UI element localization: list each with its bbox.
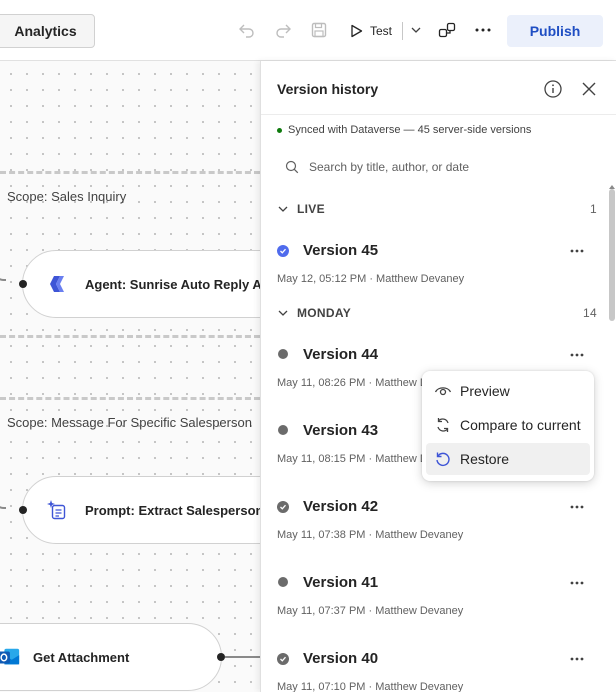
save-icon[interactable]	[309, 20, 329, 40]
saved-check-icon	[277, 653, 289, 665]
version-meta: May 11, 07:37 PM · Matthew Devaney	[277, 605, 464, 617]
saved-check-icon	[277, 501, 289, 513]
search-icon	[285, 160, 299, 174]
version-meta: May 12, 05:12 PM · Matthew Devaney	[277, 273, 465, 285]
chevron-down-icon[interactable]	[406, 20, 426, 40]
test-label: Test	[370, 24, 393, 38]
connector-line	[225, 656, 260, 658]
test-divider	[402, 22, 403, 40]
group-header-live[interactable]: LIVE 1	[277, 199, 597, 219]
play-icon	[351, 24, 363, 38]
version-title[interactable]: Version 43	[303, 422, 378, 439]
prompt-icon	[45, 498, 69, 522]
draft-status-icon	[278, 349, 288, 359]
more-icon[interactable]	[567, 651, 587, 667]
sync-status: Synced with Dataverse — 45 server-side v…	[277, 124, 531, 136]
search-placeholder: Search by title, author, or date	[309, 160, 470, 174]
menu-item-label: Compare to current	[460, 417, 581, 433]
divider	[261, 114, 616, 115]
menu-item-compare[interactable]: Compare to current	[426, 409, 590, 441]
scope-border	[0, 335, 260, 338]
scope-label-message-salesperson: Scope: Message For Specific Salesperson	[7, 415, 252, 430]
more-icon[interactable]	[567, 243, 587, 259]
node-port[interactable]	[19, 280, 27, 288]
group-label: LIVE	[297, 202, 325, 216]
version-meta: May 11, 07:38 PM · Matthew Devaney	[277, 529, 464, 541]
close-icon[interactable]	[579, 79, 599, 104]
eye-icon	[434, 387, 452, 396]
more-icon[interactable]	[567, 347, 587, 363]
draft-status-icon	[278, 425, 288, 435]
group-count: 14	[583, 306, 597, 320]
undo-icon[interactable]	[237, 20, 257, 40]
more-icon[interactable]	[473, 20, 493, 40]
prompt-node-label: Prompt: Extract Salesperson	[85, 502, 260, 518]
scope-border	[0, 397, 260, 400]
version-title[interactable]: Version 44	[303, 346, 378, 363]
compare-icon	[437, 418, 449, 432]
agent-node-label: Agent: Sunrise Auto Reply Agent	[85, 276, 260, 292]
publish-button[interactable]: Publish	[507, 15, 603, 47]
scope-label-sales-inquiry: Scope: Sales Inquiry	[7, 189, 127, 204]
outlook-icon	[0, 645, 21, 669]
panel-title: Version history	[277, 81, 379, 97]
test-button[interactable]: Test	[348, 18, 392, 44]
draft-status-icon	[278, 577, 288, 587]
scope-border	[0, 171, 260, 174]
sync-status-dot	[277, 127, 282, 133]
chevron-down-icon	[278, 310, 288, 316]
group-header-monday[interactable]: MONDAY 14	[277, 303, 597, 323]
version-title[interactable]: Version 40	[303, 650, 378, 667]
agent-icon	[45, 272, 69, 296]
agent-node[interactable]: Agent: Sunrise Auto Reply Agent	[22, 250, 260, 318]
group-label: MONDAY	[297, 306, 352, 320]
sync-status-text: Synced with Dataverse — 45 server-side v…	[288, 124, 532, 136]
flow-canvas[interactable]: Scope: Sales Inquiry Agent: Sunrise Auto…	[0, 61, 260, 692]
analytics-button[interactable]: Analytics	[0, 14, 95, 48]
connectors-icon[interactable]	[437, 20, 457, 40]
scrollbar-thumb[interactable]	[609, 189, 615, 321]
get-attachment-node[interactable]: Get Attachment	[0, 623, 222, 691]
chevron-down-icon	[278, 206, 288, 212]
menu-item-label: Restore	[460, 451, 510, 467]
version-context-menu: Preview Compare to current Restore	[422, 371, 594, 481]
version-meta: May 11, 07:10 PM · Matthew Devaney	[277, 681, 464, 692]
info-icon[interactable]	[543, 79, 563, 104]
live-check-icon	[277, 245, 289, 257]
more-icon[interactable]	[567, 575, 587, 591]
version-title[interactable]: Version 42	[303, 498, 378, 515]
group-count: 1	[590, 202, 597, 216]
restore-icon	[436, 452, 450, 466]
version-title[interactable]: Version 45	[303, 242, 378, 259]
version-title[interactable]: Version 41	[303, 574, 378, 591]
search-input[interactable]: Search by title, author, or date	[277, 153, 607, 181]
node-port[interactable]	[217, 653, 225, 661]
connector-line	[0, 479, 6, 509]
toolbar: Analytics Test Publish	[0, 0, 616, 61]
connector-line	[0, 251, 6, 281]
prompt-node[interactable]: Prompt: Extract Salesperson	[22, 476, 260, 544]
menu-item-restore[interactable]: Restore	[426, 443, 590, 475]
menu-item-preview[interactable]: Preview	[426, 375, 590, 407]
get-attachment-label: Get Attachment	[33, 649, 130, 665]
more-icon[interactable]	[567, 499, 587, 515]
menu-item-label: Preview	[460, 383, 510, 399]
redo-icon[interactable]	[273, 20, 293, 40]
node-port[interactable]	[19, 506, 27, 514]
